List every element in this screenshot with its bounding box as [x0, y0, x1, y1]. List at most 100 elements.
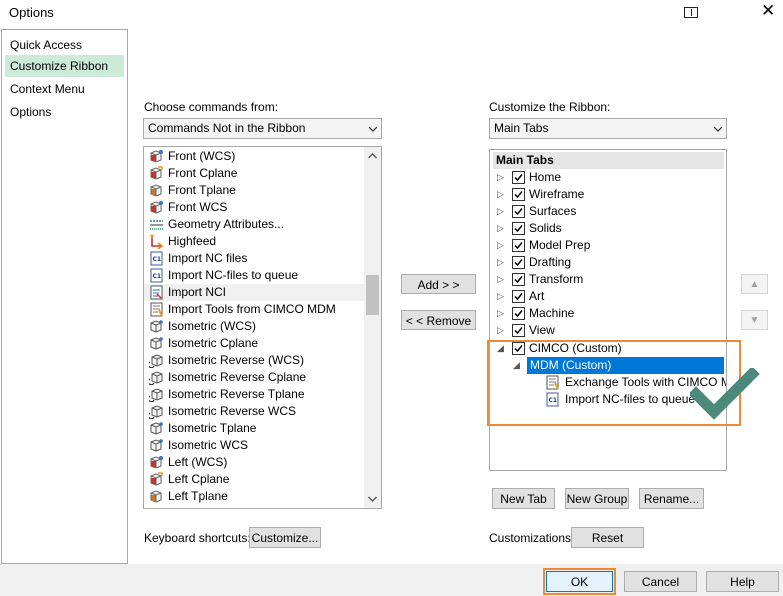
- command-label: Front Cplane: [168, 166, 238, 180]
- tab-checkbox[interactable]: [512, 239, 525, 252]
- expand-icon[interactable]: ▷: [497, 271, 507, 288]
- expand-icon[interactable]: ▷: [497, 322, 507, 339]
- scroll-thumb[interactable]: [366, 275, 379, 315]
- expand-icon[interactable]: ▷: [497, 237, 507, 254]
- command-item[interactable]: Isometric Cplane: [144, 335, 364, 352]
- new-group-button[interactable]: New Group: [565, 488, 629, 509]
- nav-item-context-menu[interactable]: Context Menu: [5, 78, 124, 100]
- nav-item-customize-ribbon[interactable]: Customize Ribbon: [5, 55, 124, 77]
- tab-checkbox[interactable]: [512, 171, 525, 184]
- tab-checkbox[interactable]: [512, 307, 525, 320]
- expand-icon[interactable]: ▷: [497, 220, 507, 237]
- command-label: Isometric Reverse Cplane: [168, 370, 307, 384]
- rename-button[interactable]: Rename...: [639, 488, 704, 509]
- green-check-icon: [690, 368, 760, 420]
- customizations-label: Customizations:: [489, 531, 575, 545]
- command-label: Isometric Reverse Tplane: [168, 387, 305, 401]
- expand-icon[interactable]: ▷: [497, 169, 507, 186]
- nav-item-quick-access-toolbar[interactable]: Quick Access Toolbar: [5, 34, 124, 74]
- ribbon-tabs-value: Main Tabs: [494, 121, 549, 135]
- command-item[interactable]: Front WCS: [144, 199, 364, 216]
- command-item[interactable]: Import Tools from CIMCO MDM: [144, 301, 364, 318]
- tree-header: Main Tabs: [493, 152, 724, 169]
- command-item[interactable]: Geometry Attributes...: [144, 216, 364, 233]
- tree-item-tab[interactable]: ▷ Solids: [490, 220, 726, 237]
- tree-item-tab[interactable]: ▷ Transform: [490, 271, 726, 288]
- expand-icon[interactable]: ▷: [497, 186, 507, 203]
- tree-item-label: Surfaces: [529, 204, 577, 218]
- command-item[interactable]: Front Tplane: [144, 182, 364, 199]
- command-item[interactable]: C1 Import NC-files to queue: [144, 267, 364, 284]
- remove-button[interactable]: < < Remove: [401, 310, 476, 330]
- command-item[interactable]: Front (WCS): [144, 148, 364, 165]
- command-item[interactable]: Isometric Reverse (WCS): [144, 352, 364, 369]
- options-nav: Quick Access Toolbar Customize Ribbon Co…: [1, 29, 128, 564]
- cancel-button[interactable]: Cancel: [624, 571, 697, 592]
- move-down-button[interactable]: ▼: [741, 310, 768, 330]
- command-item[interactable]: Isometric Tplane: [144, 420, 364, 437]
- cube-cplane-icon: [149, 472, 164, 487]
- command-item[interactable]: Highfeed: [144, 233, 364, 250]
- restore-icon[interactable]: [684, 7, 698, 18]
- command-item[interactable]: Left Tplane: [144, 488, 364, 505]
- nav-item-options[interactable]: Options: [5, 101, 124, 123]
- expand-icon[interactable]: ▷: [497, 288, 507, 305]
- expand-icon[interactable]: ▷: [497, 254, 507, 271]
- command-label: Isometric (WCS): [168, 319, 256, 333]
- reset-button[interactable]: Reset: [571, 527, 644, 548]
- scroll-up-icon[interactable]: [368, 153, 377, 159]
- expand-icon[interactable]: ▷: [497, 305, 507, 322]
- ribbon-tabs-dropdown[interactable]: Main Tabs: [489, 118, 727, 139]
- ok-highlight: [543, 568, 616, 595]
- commands-list[interactable]: Front (WCS) Front Cplane Front Tplane Front…: [143, 146, 382, 509]
- command-label: Isometric WCS: [168, 438, 249, 452]
- tree-item-label: Home: [529, 170, 562, 184]
- tree-item-tab[interactable]: ▷ Home: [490, 169, 726, 186]
- scroll-down-icon[interactable]: [368, 496, 377, 502]
- command-label: Front Tplane: [168, 183, 236, 197]
- tree-item-label: Wireframe: [529, 187, 585, 201]
- tree-item-tab[interactable]: ▷ Model Prep: [490, 237, 726, 254]
- command-item[interactable]: Isometric (WCS): [144, 318, 364, 335]
- move-up-button[interactable]: ▲: [741, 274, 768, 294]
- cube-tplane-icon: [149, 183, 164, 198]
- tab-checkbox[interactable]: [512, 256, 525, 269]
- iso-cube-icon: [149, 438, 164, 453]
- tree-item-tab[interactable]: ▷ Surfaces: [490, 203, 726, 220]
- tab-checkbox[interactable]: [512, 205, 525, 218]
- tab-checkbox[interactable]: [512, 188, 525, 201]
- tab-checkbox[interactable]: [512, 222, 525, 235]
- close-icon[interactable]: ✕: [761, 1, 775, 21]
- command-item[interactable]: Isometric WCS: [144, 437, 364, 454]
- choose-commands-label: Choose commands from:: [144, 100, 279, 114]
- command-item[interactable]: Isometric Reverse Cplane: [144, 369, 364, 386]
- tab-checkbox[interactable]: [512, 324, 525, 337]
- tab-checkbox[interactable]: [512, 273, 525, 286]
- command-item[interactable]: Front Cplane: [144, 165, 364, 182]
- command-label: Front (WCS): [168, 149, 236, 163]
- tree-item-tab[interactable]: ▷ Wireframe: [490, 186, 726, 203]
- command-item[interactable]: Left Cplane: [144, 471, 364, 488]
- command-label: Isometric Cplane: [168, 336, 259, 350]
- commands-source-dropdown[interactable]: Commands Not in the Ribbon: [143, 118, 382, 139]
- commands-scrollbar[interactable]: [364, 147, 381, 508]
- tree-item-tab[interactable]: ▷ View: [490, 322, 726, 339]
- tab-checkbox[interactable]: [512, 290, 525, 303]
- highfeed-icon: [149, 234, 164, 250]
- tree-item-tab[interactable]: ▷ Drafting: [490, 254, 726, 271]
- command-item[interactable]: Isometric Reverse WCS: [144, 403, 364, 420]
- customize-shortcuts-button[interactable]: Customize...: [249, 527, 321, 548]
- command-item[interactable]: Isometric Reverse Tplane: [144, 386, 364, 403]
- command-item[interactable]: Left (WCS): [144, 454, 364, 471]
- tree-item-tab[interactable]: ▷ Machine: [490, 305, 726, 322]
- new-tab-button[interactable]: New Tab: [492, 488, 555, 509]
- svg-text:C1: C1: [153, 273, 162, 280]
- add-button[interactable]: Add > >: [401, 274, 476, 294]
- expand-icon[interactable]: ▷: [497, 203, 507, 220]
- tree-item-tab[interactable]: ▷ Art: [490, 288, 726, 305]
- customize-ribbon-label: Customize the Ribbon:: [489, 100, 611, 114]
- iso-cube-icon: [149, 421, 164, 436]
- help-button[interactable]: Help: [706, 571, 779, 592]
- command-item[interactable]: C1 Import NC files: [144, 250, 364, 267]
- command-item[interactable]: Import NCI: [144, 284, 364, 301]
